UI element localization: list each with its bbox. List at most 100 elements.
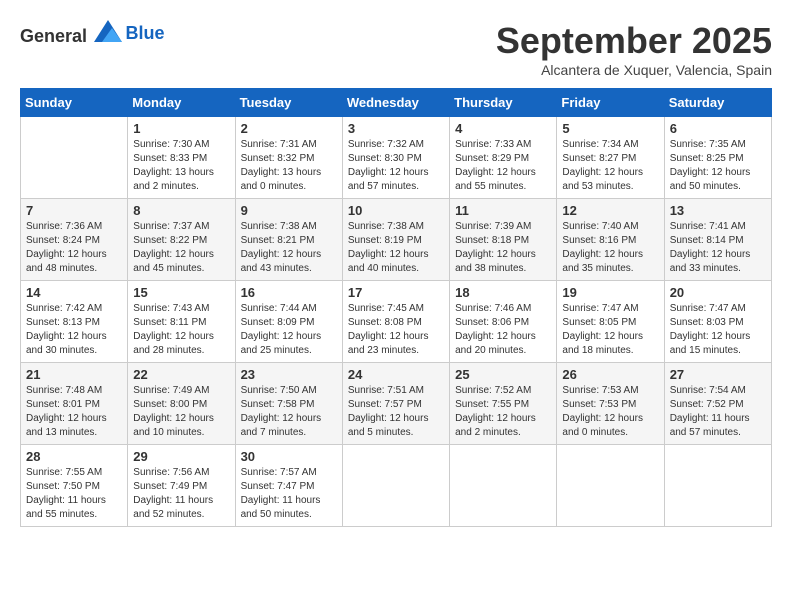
cell-info: Sunrise: 7:34 AM Sunset: 8:27 PM Dayligh… <box>562 138 658 194</box>
cell-info: Sunrise: 7:49 AM Sunset: 8:00 PM Dayligh… <box>133 384 229 440</box>
calendar-cell: 18 Sunrise: 7:46 AM Sunset: 8:06 PM Dayli… <box>450 281 557 363</box>
calendar-cell: 6Sunrise: 7:35 AM Sunset: 8:25 PM Daylig… <box>664 117 771 199</box>
cell-info: Sunrise: 7:37 AM Sunset: 8:22 PM Dayligh… <box>133 220 229 276</box>
day-number: 18 <box>455 285 551 300</box>
cell-info: Sunrise: 7:38 AM Sunset: 8:21 PM Dayligh… <box>241 220 337 276</box>
cell-info: Sunrise: 7:46 AM Sunset: 8:06 PM Dayligh… <box>455 302 551 358</box>
weekday-header-saturday: Saturday <box>664 89 771 117</box>
cell-info: Sunrise: 7:56 AM Sunset: 7:49 PM Dayligh… <box>133 466 229 522</box>
calendar-cell: 7 Sunrise: 7:36 AM Sunset: 8:24 PM Daylig… <box>21 199 128 281</box>
cell-info: Sunrise: 7:44 AM Sunset: 8:09 PM Dayligh… <box>241 302 337 358</box>
day-number: 21 <box>26 367 122 382</box>
day-number: 8 <box>133 203 229 218</box>
cell-info: Sunrise: 7:53 AM Sunset: 7:53 PM Dayligh… <box>562 384 658 440</box>
cell-info: Sunrise: 7:32 AM Sunset: 8:30 PM Dayligh… <box>348 138 444 194</box>
day-number: 14 <box>26 285 122 300</box>
week-row-3: 14 Sunrise: 7:42 AM Sunset: 8:13 PM Dayli… <box>21 281 772 363</box>
cell-info: Sunrise: 7:51 AM Sunset: 7:57 PM Dayligh… <box>348 384 444 440</box>
day-number: 10 <box>348 203 444 218</box>
calendar-cell: 11 Sunrise: 7:39 AM Sunset: 8:18 PM Dayli… <box>450 199 557 281</box>
calendar-cell: 19 Sunrise: 7:47 AM Sunset: 8:05 PM Dayli… <box>557 281 664 363</box>
calendar-cell <box>557 445 664 527</box>
calendar-cell: 30Sunrise: 7:57 AM Sunset: 7:47 PM Dayli… <box>235 445 342 527</box>
cell-info: Sunrise: 7:33 AM Sunset: 8:29 PM Dayligh… <box>455 138 551 194</box>
logo-general-label: General <box>20 26 87 46</box>
calendar-cell: 14 Sunrise: 7:42 AM Sunset: 8:13 PM Dayli… <box>21 281 128 363</box>
calendar-cell: 20 Sunrise: 7:47 AM Sunset: 8:03 PM Dayli… <box>664 281 771 363</box>
calendar-cell: 27 Sunrise: 7:54 AM Sunset: 7:52 PM Dayli… <box>664 363 771 445</box>
day-number: 17 <box>348 285 444 300</box>
day-number: 1 <box>133 121 229 136</box>
calendar-cell <box>450 445 557 527</box>
month-title: September 2025 <box>496 20 772 62</box>
cell-info: Sunrise: 7:47 AM Sunset: 8:05 PM Dayligh… <box>562 302 658 358</box>
cell-info: Sunrise: 7:42 AM Sunset: 8:13 PM Dayligh… <box>26 302 122 358</box>
weekday-header-sunday: Sunday <box>21 89 128 117</box>
weekday-header-friday: Friday <box>557 89 664 117</box>
cell-info: Sunrise: 7:40 AM Sunset: 8:16 PM Dayligh… <box>562 220 658 276</box>
day-number: 9 <box>241 203 337 218</box>
calendar-cell: 1Sunrise: 7:30 AM Sunset: 8:33 PM Daylig… <box>128 117 235 199</box>
logo-blue-label: Blue <box>126 23 165 44</box>
day-number: 27 <box>670 367 766 382</box>
calendar-cell: 23 Sunrise: 7:50 AM Sunset: 7:58 PM Dayli… <box>235 363 342 445</box>
calendar-cell: 15 Sunrise: 7:43 AM Sunset: 8:11 PM Dayli… <box>128 281 235 363</box>
logo: General Blue <box>20 20 165 47</box>
cell-info: Sunrise: 7:39 AM Sunset: 8:18 PM Dayligh… <box>455 220 551 276</box>
location: Alcantera de Xuquer, Valencia, Spain <box>496 62 772 78</box>
calendar-cell: 16Sunrise: 7:44 AM Sunset: 8:09 PM Dayli… <box>235 281 342 363</box>
calendar-cell: 4 Sunrise: 7:33 AM Sunset: 8:29 PM Daylig… <box>450 117 557 199</box>
calendar-cell: 26 Sunrise: 7:53 AM Sunset: 7:53 PM Dayli… <box>557 363 664 445</box>
header: General Blue September 2025 Alcantera de… <box>20 20 772 78</box>
day-number: 19 <box>562 285 658 300</box>
cell-info: Sunrise: 7:43 AM Sunset: 8:11 PM Dayligh… <box>133 302 229 358</box>
logo-text-general: General <box>20 20 122 47</box>
day-number: 22 <box>133 367 229 382</box>
calendar-cell: 8 Sunrise: 7:37 AM Sunset: 8:22 PM Daylig… <box>128 199 235 281</box>
calendar-cell: 17 Sunrise: 7:45 AM Sunset: 8:08 PM Dayli… <box>342 281 449 363</box>
cell-info: Sunrise: 7:55 AM Sunset: 7:50 PM Dayligh… <box>26 466 122 522</box>
weekday-header-wednesday: Wednesday <box>342 89 449 117</box>
day-number: 4 <box>455 121 551 136</box>
calendar-cell: 9 Sunrise: 7:38 AM Sunset: 8:21 PM Daylig… <box>235 199 342 281</box>
day-number: 15 <box>133 285 229 300</box>
calendar-cell: 29 Sunrise: 7:56 AM Sunset: 7:49 PM Dayli… <box>128 445 235 527</box>
cell-info: Sunrise: 7:38 AM Sunset: 8:19 PM Dayligh… <box>348 220 444 276</box>
calendar-cell: 13 Sunrise: 7:41 AM Sunset: 8:14 PM Dayli… <box>664 199 771 281</box>
cell-info: Sunrise: 7:57 AM Sunset: 7:47 PM Dayligh… <box>241 466 337 522</box>
logo-icon <box>94 20 122 42</box>
day-number: 6 <box>670 121 766 136</box>
week-row-1: 1Sunrise: 7:30 AM Sunset: 8:33 PM Daylig… <box>21 117 772 199</box>
day-number: 13 <box>670 203 766 218</box>
cell-info: Sunrise: 7:50 AM Sunset: 7:58 PM Dayligh… <box>241 384 337 440</box>
day-number: 3 <box>348 121 444 136</box>
day-number: 26 <box>562 367 658 382</box>
weekday-header-thursday: Thursday <box>450 89 557 117</box>
day-number: 20 <box>670 285 766 300</box>
cell-info: Sunrise: 7:48 AM Sunset: 8:01 PM Dayligh… <box>26 384 122 440</box>
cell-info: Sunrise: 7:45 AM Sunset: 8:08 PM Dayligh… <box>348 302 444 358</box>
day-number: 5 <box>562 121 658 136</box>
calendar-cell: 22 Sunrise: 7:49 AM Sunset: 8:00 PM Dayli… <box>128 363 235 445</box>
day-number: 24 <box>348 367 444 382</box>
calendar-cell: 25Sunrise: 7:52 AM Sunset: 7:55 PM Dayli… <box>450 363 557 445</box>
calendar-cell <box>342 445 449 527</box>
day-number: 7 <box>26 203 122 218</box>
cell-info: Sunrise: 7:54 AM Sunset: 7:52 PM Dayligh… <box>670 384 766 440</box>
calendar-cell: 12Sunrise: 7:40 AM Sunset: 8:16 PM Dayli… <box>557 199 664 281</box>
cell-info: Sunrise: 7:36 AM Sunset: 8:24 PM Dayligh… <box>26 220 122 276</box>
weekday-header-row: SundayMondayTuesdayWednesdayThursdayFrid… <box>21 89 772 117</box>
cell-info: Sunrise: 7:47 AM Sunset: 8:03 PM Dayligh… <box>670 302 766 358</box>
day-number: 11 <box>455 203 551 218</box>
week-row-4: 21 Sunrise: 7:48 AM Sunset: 8:01 PM Dayli… <box>21 363 772 445</box>
day-number: 23 <box>241 367 337 382</box>
week-row-2: 7 Sunrise: 7:36 AM Sunset: 8:24 PM Daylig… <box>21 199 772 281</box>
day-number: 29 <box>133 449 229 464</box>
calendar-cell: 28Sunrise: 7:55 AM Sunset: 7:50 PM Dayli… <box>21 445 128 527</box>
day-number: 2 <box>241 121 337 136</box>
week-row-5: 28Sunrise: 7:55 AM Sunset: 7:50 PM Dayli… <box>21 445 772 527</box>
calendar-cell: 21 Sunrise: 7:48 AM Sunset: 8:01 PM Dayli… <box>21 363 128 445</box>
cell-info: Sunrise: 7:31 AM Sunset: 8:32 PM Dayligh… <box>241 138 337 194</box>
weekday-header-tuesday: Tuesday <box>235 89 342 117</box>
cell-info: Sunrise: 7:41 AM Sunset: 8:14 PM Dayligh… <box>670 220 766 276</box>
